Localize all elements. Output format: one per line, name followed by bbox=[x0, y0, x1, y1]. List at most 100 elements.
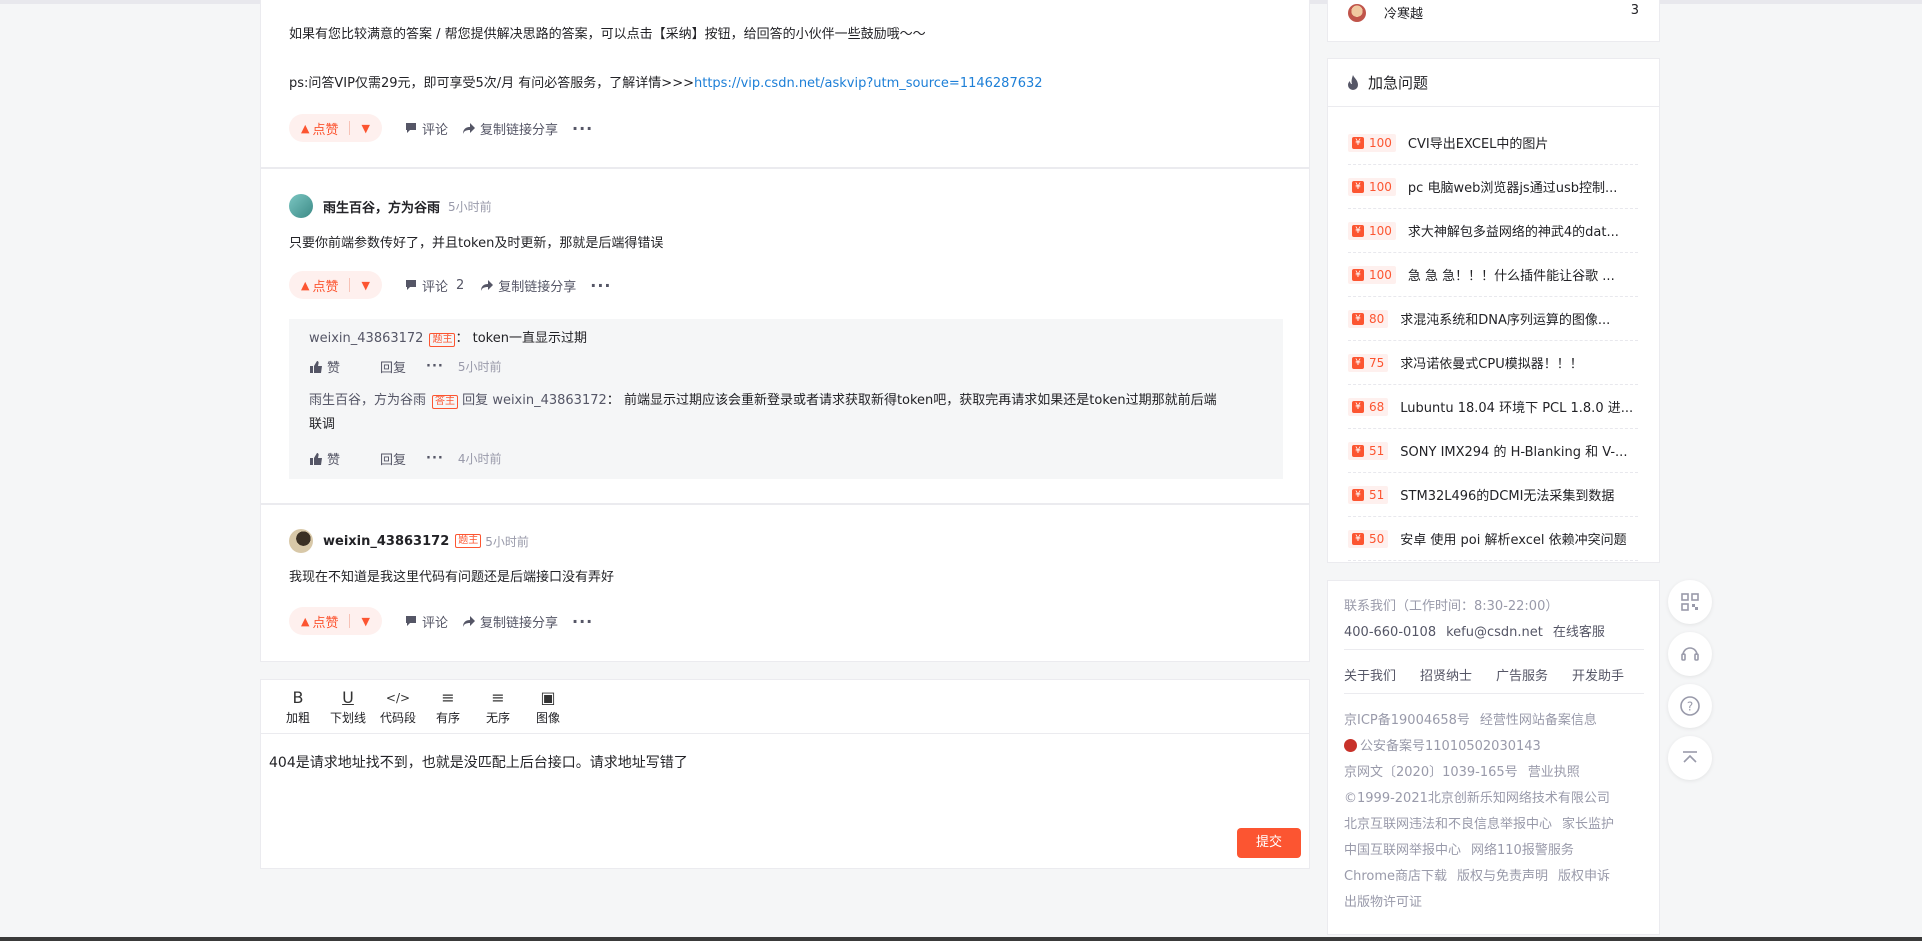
question-title[interactable]: STM32L496的DCMI无法采集到数据 bbox=[1400, 485, 1614, 504]
more-icon[interactable]: ··· bbox=[426, 359, 444, 374]
share-button[interactable]: 复制链接分享 bbox=[462, 612, 558, 631]
more-icon[interactable]: ··· bbox=[590, 276, 611, 295]
qrcode-button[interactable] bbox=[1668, 580, 1712, 624]
user-name[interactable]: 冷寒越 bbox=[1384, 3, 1423, 22]
china-report-link[interactable]: 中国互联网举报中心 bbox=[1344, 843, 1461, 858]
back-to-top-button[interactable] bbox=[1668, 736, 1712, 780]
police-110-link[interactable]: 网络110报警服务 bbox=[1471, 843, 1574, 858]
report-center-link[interactable]: 北京互联网违法和不良信息举报中心 bbox=[1344, 817, 1552, 832]
question-item[interactable]: ¥51 STM32L496的DCMI无法采集到数据 bbox=[1348, 473, 1638, 517]
question-title[interactable]: 求混沌系统和DNA序列运算的图像... bbox=[1400, 309, 1610, 328]
reply-button[interactable]: 回复 bbox=[380, 357, 406, 376]
submit-button[interactable]: 提交 bbox=[1237, 828, 1301, 858]
question-item[interactable]: ¥100 急 急 急！！！什么插件能让谷歌 ... bbox=[1348, 253, 1638, 297]
ordered-list-button[interactable]: ≡ 有序 bbox=[423, 680, 473, 733]
question-title[interactable]: CVI导出EXCEL中的图片 bbox=[1408, 133, 1549, 152]
share-button[interactable]: 复制链接分享 bbox=[480, 276, 576, 295]
icp-link[interactable]: 京ICP备19004658号 bbox=[1344, 713, 1470, 728]
like-button[interactable]: ▲ 点赞 ▼ bbox=[289, 114, 382, 142]
comment-button[interactable]: 评论 2 bbox=[404, 276, 464, 295]
customer-service-button[interactable] bbox=[1668, 632, 1712, 676]
question-item[interactable]: ¥80 求混沌系统和DNA序列运算的图像... bbox=[1348, 297, 1638, 341]
more-icon[interactable]: ··· bbox=[572, 612, 593, 631]
police-link[interactable]: 公安备案号11010502030143 bbox=[1360, 739, 1541, 754]
comment-editor: B 加粗 U 下划线 </> 代码段 ≡ 有序 ≡ 无序 ▣ 图像 404是请求地址找不到，… bbox=[260, 679, 1310, 869]
avatar[interactable] bbox=[1348, 4, 1366, 22]
question-title[interactable]: Lubuntu 18.04 环境下 PCL 1.8.0 进... bbox=[1400, 397, 1633, 416]
reply-like-button[interactable]: 赞 bbox=[309, 357, 360, 376]
police-badge-icon bbox=[1344, 739, 1357, 752]
reply-author[interactable]: weixin_43863172 bbox=[309, 331, 423, 346]
tool-label: 有序 bbox=[435, 711, 460, 725]
answer-text: 如果有您比较满意的答案 / 帮您提供解决思路的答案，可以点击【采纳】按钮，给回答… bbox=[289, 27, 926, 42]
question-item[interactable]: ¥100 求大神解包多益网络的神武4的dat... bbox=[1348, 209, 1638, 253]
question-item[interactable]: ¥100 pc 电脑web浏览器js通过usb控制... bbox=[1348, 165, 1638, 209]
comment-icon bbox=[405, 616, 416, 626]
careers-link[interactable]: 招贤纳士 bbox=[1420, 665, 1472, 684]
vip-link[interactable]: https://vip.csdn.net/askvip?utm_source=1… bbox=[694, 76, 1043, 91]
question-title[interactable]: 安卓 使用 poi 解析excel 依赖冲突问题 bbox=[1400, 529, 1626, 548]
question-item[interactable]: ¥51 SONY IMX294 的 H-Blanking 和 V-... bbox=[1348, 429, 1638, 473]
reply-to-user[interactable]: weixin_43863172 bbox=[492, 393, 606, 408]
reply-author[interactable]: 雨生百谷，方为谷雨 bbox=[309, 393, 426, 408]
question-title[interactable]: SONY IMX294 的 H-Blanking 和 V-... bbox=[1400, 441, 1627, 460]
culture-link[interactable]: 京网文〔2020〕1039-165号 bbox=[1344, 765, 1518, 780]
publication-license-link[interactable]: 出版物许可证 bbox=[1344, 891, 1422, 910]
reply-button[interactable]: 回复 bbox=[380, 449, 406, 468]
user-name[interactable]: 雨生百谷，方为谷雨 bbox=[323, 197, 440, 216]
ads-link[interactable]: 广告服务 bbox=[1496, 665, 1548, 684]
copyright-statement-link[interactable]: 版权与免责声明 bbox=[1457, 869, 1548, 884]
question-title[interactable]: 急 急 急！！！什么插件能让谷歌 ... bbox=[1408, 265, 1615, 284]
answer-actions: ▲ 点赞 ▼ 评论 复制链接分享 ··· bbox=[289, 114, 593, 142]
yen-icon: ¥ bbox=[1352, 312, 1364, 325]
dev-helper-link[interactable]: 开发助手 bbox=[1572, 665, 1624, 684]
question-item[interactable]: ¥68 Lubuntu 18.04 环境下 PCL 1.8.0 进... bbox=[1348, 385, 1638, 429]
bounty-amount: 51 bbox=[1369, 487, 1385, 502]
unordered-list-button[interactable]: ≡ 无序 bbox=[473, 680, 523, 733]
question-item[interactable]: ¥50 安卓 使用 poi 解析excel 依赖冲突问题 bbox=[1348, 517, 1638, 561]
triangle-down-icon[interactable]: ▼ bbox=[361, 122, 369, 135]
reply-like-label: 赞 bbox=[327, 361, 341, 376]
comment-label: 评论 bbox=[421, 279, 448, 295]
misc-line: Chrome商店下载 版权与免责声明 版权申诉 bbox=[1344, 865, 1620, 884]
bounty-badge: ¥75 bbox=[1348, 353, 1389, 372]
question-title[interactable]: 求大神解包多益网络的神武4的dat... bbox=[1408, 221, 1619, 240]
chrome-store-link[interactable]: Chrome商店下载 bbox=[1344, 869, 1447, 884]
underline-button[interactable]: U 下划线 bbox=[323, 680, 373, 733]
bold-button[interactable]: B 加粗 bbox=[273, 680, 323, 733]
online-service-link[interactable]: 在线客服 bbox=[1553, 625, 1605, 640]
comment-button[interactable]: 评论 bbox=[404, 119, 448, 138]
avatar[interactable] bbox=[289, 194, 313, 218]
answerer-tag: 答主 bbox=[432, 395, 459, 409]
more-icon[interactable]: ··· bbox=[572, 119, 593, 138]
about-link[interactable]: 关于我们 bbox=[1344, 665, 1396, 684]
question-title[interactable]: pc 电脑web浏览器js通过usb控制... bbox=[1408, 177, 1617, 196]
triangle-down-icon[interactable]: ▼ bbox=[361, 279, 369, 292]
question-item[interactable]: ¥75 求冯诺依曼式CPU模拟器！！！ bbox=[1348, 341, 1638, 385]
comment-input[interactable]: 404是请求地址找不到，也就是没匹配上后台接口。请求地址写错了 bbox=[269, 752, 688, 772]
license-link[interactable]: 营业执照 bbox=[1528, 765, 1580, 780]
code-button[interactable]: </> 代码段 bbox=[373, 680, 423, 733]
share-button[interactable]: 复制链接分享 bbox=[462, 119, 558, 138]
question-item[interactable]: ¥100 CVI导出EXCEL中的图片 bbox=[1348, 121, 1638, 165]
reply-time: 4小时前 bbox=[457, 452, 502, 466]
icp-info-link[interactable]: 经营性网站备案信息 bbox=[1480, 713, 1597, 728]
help-button[interactable]: ? bbox=[1668, 684, 1712, 728]
question-title[interactable]: 求冯诺依曼式CPU模拟器！！！ bbox=[1400, 353, 1582, 372]
copyright-appeal-link[interactable]: 版权申诉 bbox=[1558, 869, 1610, 884]
answer-text: 我现在不知道是我这里代码有问题还是后端接口没有弄好 bbox=[289, 570, 615, 585]
like-button[interactable]: ▲ 点赞 ▼ bbox=[289, 271, 382, 299]
more-icon[interactable]: ··· bbox=[426, 451, 444, 466]
user-name[interactable]: weixin_43863172 bbox=[323, 534, 449, 549]
email-link[interactable]: kefu@csdn.net bbox=[1446, 625, 1543, 640]
like-button[interactable]: ▲ 点赞 ▼ bbox=[289, 607, 382, 635]
report-line: 中国互联网举报中心 网络110报警服务 bbox=[1344, 839, 1584, 858]
reply-like-button[interactable]: 赞 bbox=[309, 449, 360, 468]
like-label: 点赞 bbox=[312, 279, 339, 295]
comment-button[interactable]: 评论 bbox=[404, 612, 448, 631]
image-button[interactable]: ▣ 图像 bbox=[523, 680, 573, 733]
avatar[interactable] bbox=[289, 529, 313, 553]
police-line: 公安备案号11010502030143 bbox=[1344, 735, 1551, 754]
triangle-down-icon[interactable]: ▼ bbox=[361, 615, 369, 628]
parent-guard-link[interactable]: 家长监护 bbox=[1562, 817, 1614, 832]
